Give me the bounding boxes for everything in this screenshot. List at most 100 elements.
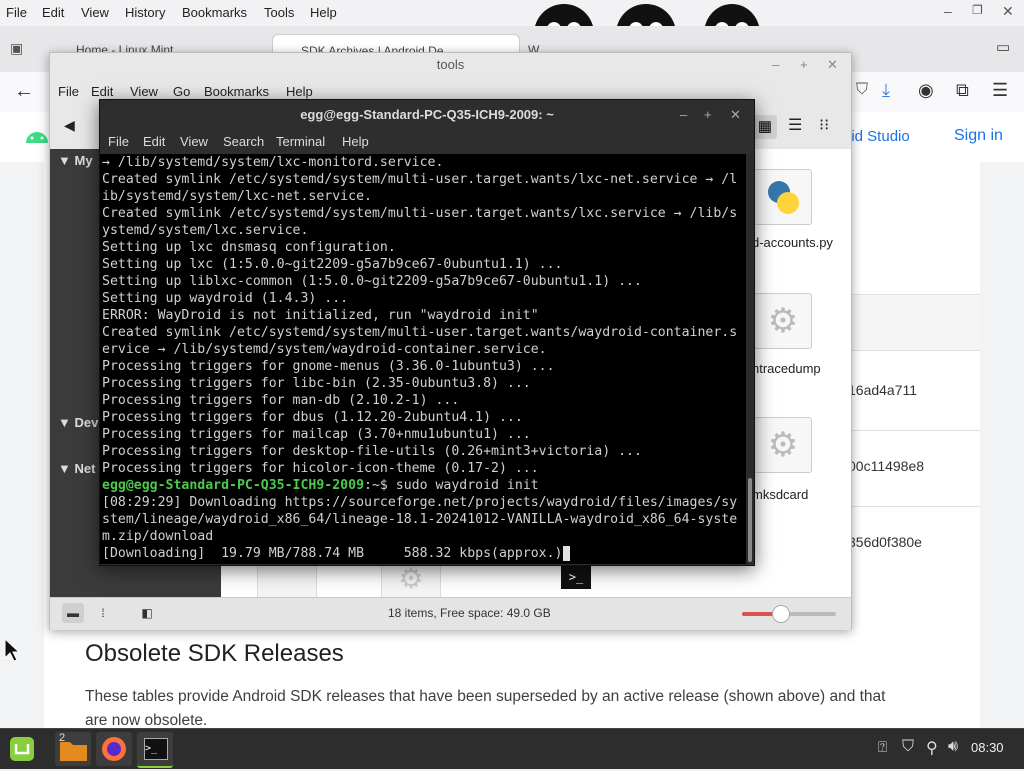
terminal-titlebar[interactable]: egg@egg-Standard-PC-Q35-ICH9-2009: ~ ‒ +… [100,100,754,130]
show-tree-icon[interactable]: ⁞ [92,603,114,623]
workspace-badge: 2 [59,732,66,744]
terminal-prompt-line: egg@egg-Standard-PC-Q35-ICH9-2009:~$ sud… [102,477,737,494]
taskbar: 2 >_ ⍰ ⛉ ⚲ 🔊︎ 08:30 [0,728,1024,769]
terminal-line: m.zip/download [102,529,214,544]
fm-maximize-icon[interactable]: + [800,53,808,77]
sidebar-header-label: My [74,153,93,168]
terminal-line: Created symlink /etc/systemd/system/mult… [102,172,738,187]
terminal-scrollbar[interactable] [746,154,754,564]
clock[interactable]: 08:30 [971,740,1004,755]
term-menu-help[interactable]: Help [342,134,369,149]
linux-mint-logo-icon [10,737,34,761]
term-menu-file[interactable]: File [108,134,129,149]
file-label[interactable]: ntracedump [752,361,821,376]
terminal-title: egg@egg-Standard-PC-Q35-ICH9-2009: ~ [300,107,554,122]
table-row-highlight [850,294,980,351]
taskbar-terminal-button[interactable]: >_ [137,732,173,768]
ff-menu-edit[interactable]: Edit [42,5,64,20]
ff-menu-bookmarks[interactable]: Bookmarks [182,5,247,20]
taskbar-files-button[interactable]: 2 [55,732,91,766]
download-icon[interactable]: ⤓ [882,80,890,101]
terminal-line: [08:29:29] Downloading https://sourcefor… [102,495,738,510]
volume-icon[interactable]: 🔊︎ [948,738,958,756]
file-manager-titlebar[interactable]: tools ‒ + ✕ [50,53,851,79]
terminal-lines: → /lib/systemd/system/lxc-monitord.servi… [102,154,737,562]
account-icon[interactable]: ◉ [918,80,934,101]
show-places-icon[interactable]: ▬ [62,603,84,623]
compact-view-icon[interactable]: ⁝⁝ [819,115,829,135]
terminal-script-icon[interactable]: >_ [561,565,591,589]
list-view-icon[interactable]: ☰ [788,115,802,135]
fm-menu-file[interactable]: File [58,84,79,99]
terminal-icon: >_ [144,738,168,760]
ff-menu-history[interactable]: History [125,5,165,20]
terminal-line: → /lib/systemd/system/lxc-monitord.servi… [102,155,444,170]
term-close-icon[interactable]: ✕ [730,100,741,130]
fm-menu-edit[interactable]: Edit [91,84,113,99]
terminal-line: Processing triggers for hicolor-icon-the… [102,461,539,476]
fm-close-icon[interactable]: ✕ [827,53,838,77]
terminal-menubar: File Edit View Search Terminal Help [100,130,754,154]
terminal-window: egg@egg-Standard-PC-Q35-ICH9-2009: ~ ‒ +… [99,99,755,566]
ff-minimize-icon[interactable]: ‒ [944,3,952,19]
notifications-icon[interactable]: ⍰ [878,739,887,756]
terminal-line: Processing triggers for gnome-menus (3.3… [102,359,555,374]
fm-menu-view[interactable]: View [130,84,158,99]
folder-tabs-icon[interactable]: ▭ [996,38,1010,56]
file-manager-statusbar: ▬ ⁞ ◧ 18 items, Free space: 49.0 GB [50,597,851,630]
terminal-line: Processing triggers for dbus (1.12.20-2u… [102,410,523,425]
ff-menu-file[interactable]: File [6,5,27,20]
terminal-line: ib/systemd/system/lxc-net.service. [102,189,372,204]
security-shield-icon[interactable]: ⛉ [902,738,914,756]
tab-overview-icon[interactable]: ▣ [10,40,23,57]
mint-menu-button[interactable] [4,732,40,766]
terminal-output[interactable]: → /lib/systemd/system/lxc-monitord.servi… [100,154,746,564]
section-paragraph-2: are now obsolete. [85,712,208,728]
file-label[interactable]: mksdcard [752,487,808,502]
terminal-line: stem/lineage/waydroid_x86_64/lineage-18.… [102,512,738,527]
term-menu-edit[interactable]: Edit [143,134,165,149]
term-minimize-icon[interactable]: ‒ [680,100,687,130]
ff-menu-view[interactable]: View [81,5,109,20]
zoom-slider-knob[interactable] [771,605,790,623]
term-menu-search[interactable]: Search [223,134,264,149]
fm-menu-help[interactable]: Help [286,84,313,99]
ff-menu-help[interactable]: Help [310,5,337,20]
executable-gear-icon[interactable]: ⚙ [754,417,812,473]
hash-cell: 16ad4a711 [848,382,918,398]
sidebar-header-my[interactable]: ▼ My [58,153,93,168]
divider [850,506,980,507]
term-maximize-icon[interactable]: + [704,100,712,130]
menu-hamburger-icon[interactable]: ☰ [992,80,1008,101]
term-menu-view[interactable]: View [180,134,208,149]
ff-close-icon[interactable]: ✕ [1002,3,1014,20]
fm-minimize-icon[interactable]: ‒ [772,53,779,77]
ff-restore-icon[interactable]: ❐ [972,3,983,17]
sidebar-header-devices[interactable]: ▼ Dev [58,415,98,430]
file-label[interactable]: d-accounts.py [752,235,833,250]
fm-menu-go[interactable]: Go [173,84,190,99]
terminal-scroll-thumb[interactable] [748,478,752,562]
sign-in-link[interactable]: Sign in [954,127,1003,145]
fm-menu-bookmarks[interactable]: Bookmarks [204,84,269,99]
zoom-slider[interactable] [742,605,836,623]
fm-back-icon[interactable]: ◀ [64,117,75,134]
executable-gear-icon[interactable]: ⚙ [754,293,812,349]
sidebar-header-network[interactable]: ▼ Net [58,461,95,476]
shield-icon[interactable]: ⛉ [856,81,868,99]
extensions-icon[interactable]: ⧉ [956,80,969,101]
network-icon[interactable]: ⚲ [926,738,938,758]
back-arrow-icon[interactable]: ← [14,80,34,103]
ff-menu-tools[interactable]: Tools [264,5,294,20]
android-logo-icon [26,132,48,143]
hide-sidebar-icon[interactable]: ◧ [136,603,158,623]
icon-view-icon[interactable]: ▦ [753,115,777,139]
terminal-line: Processing triggers for desktop-file-uti… [102,444,642,459]
python-file-icon[interactable] [754,169,812,225]
term-menu-terminal[interactable]: Terminal [276,134,325,149]
sidebar-header-label: Dev [74,415,99,430]
taskbar-firefox-button[interactable] [96,732,132,766]
hash-cell: 00c11498e8 [848,458,925,474]
section-paragraph: These tables provide Android SDK release… [85,688,886,705]
hash-cell: 356d0f380e [848,534,922,550]
